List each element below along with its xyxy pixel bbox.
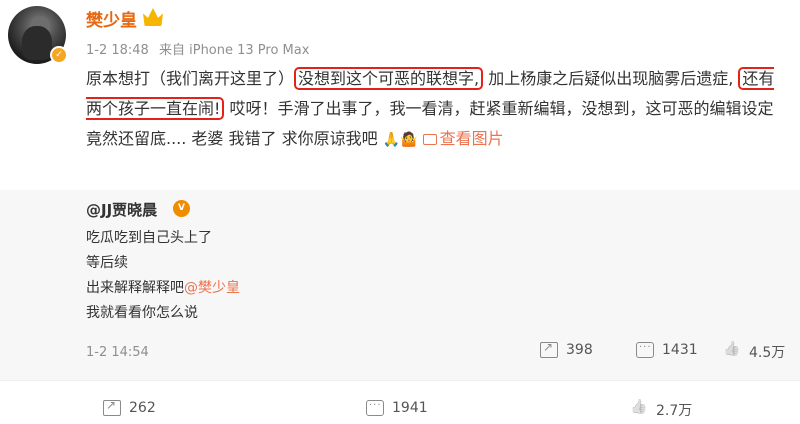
- like-button[interactable]: 2.7万: [630, 400, 692, 420]
- highlight-box: 没想到这个可恶的联想字,: [294, 67, 484, 90]
- repost-icon: [540, 340, 558, 358]
- repost-share-count: 398: [566, 342, 593, 358]
- thumbs-up-icon: [630, 402, 648, 418]
- original-post: ✓ 樊少皇 1-2 18:48 来自 iPhone 13 Pro Max 原本想…: [0, 0, 800, 190]
- pray-shrug-emoji: 🙏🤷: [382, 132, 418, 148]
- thumbs-up-icon: [723, 344, 741, 360]
- post-text-part: 加上杨康之后疑似出现脑雾后遗症,: [483, 69, 734, 88]
- repost-comment-count: 1431: [662, 342, 698, 358]
- repost-line: 等后续: [86, 255, 128, 271]
- comment-count: 1941: [392, 400, 428, 416]
- repost-line-with-mention: 出来解释解释吧@樊少皇: [86, 277, 240, 297]
- mention-link[interactable]: @樊少皇: [184, 280, 240, 296]
- repost-share-button[interactable]: 398: [540, 340, 593, 358]
- repost-line: 我就看看你怎么说: [86, 305, 198, 321]
- post-meta: 1-2 18:48 来自 iPhone 13 Pro Max: [86, 39, 315, 58]
- comment-icon: [636, 342, 654, 358]
- repost-line: 吃瓜吃到自己头上了: [86, 230, 212, 246]
- avatar-body-shape: [22, 26, 52, 60]
- view-pictures-label: 查看图片: [439, 129, 504, 148]
- crown-icon: [143, 8, 163, 26]
- comment-icon: [366, 400, 384, 416]
- post-author[interactable]: 樊少皇: [86, 6, 137, 31]
- repost-like-count: 4.5万: [749, 345, 786, 361]
- post-timestamp[interactable]: 1-2 18:48: [86, 43, 149, 58]
- post-text-part: 原本想打（我们离开这里了）: [86, 69, 295, 88]
- post-source: 来自 iPhone 13 Pro Max: [158, 43, 310, 58]
- share-count: 262: [129, 400, 156, 416]
- repost-timestamp[interactable]: 1-2 14:54: [86, 345, 149, 360]
- verified-badge-icon: ✓: [50, 46, 68, 64]
- image-icon: [422, 134, 437, 145]
- reposted-card[interactable]: @JJ贾晓晨 V 吃瓜吃到自己头上了 等后续 出来解释解释吧@樊少皇 我就看看你…: [0, 190, 800, 380]
- repost-author[interactable]: @JJ贾晓晨: [86, 199, 157, 220]
- repost-like-button[interactable]: 4.5万: [723, 342, 785, 362]
- view-pictures-link[interactable]: 查看图片: [422, 129, 504, 148]
- repost-icon: [103, 398, 121, 416]
- like-count: 2.7万: [656, 403, 693, 419]
- repost-comment-button[interactable]: 1431: [636, 342, 698, 358]
- repost-line-text: 出来解释解释吧: [86, 280, 184, 296]
- comment-button[interactable]: 1941: [366, 400, 428, 416]
- verified-badge-icon: V: [173, 200, 190, 217]
- post-action-bar: 262 1941 2.7万: [0, 380, 800, 424]
- share-button[interactable]: 262: [103, 398, 156, 416]
- post-body: 原本想打（我们离开这里了） 没想到这个可恶的联想字, 加上杨康之后疑似出现脑雾后遗…: [86, 64, 786, 155]
